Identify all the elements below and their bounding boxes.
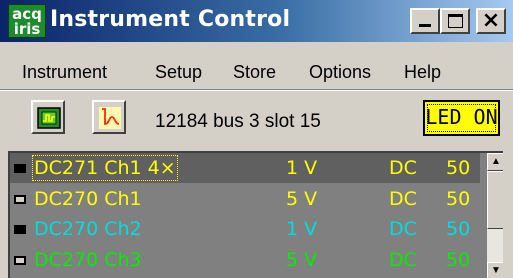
channel-impedance: 50 <box>446 157 471 179</box>
menu-bar: Instrument Setup Store Options Help <box>0 42 513 86</box>
acquire-button[interactable] <box>31 100 65 134</box>
close-button[interactable]: × <box>476 8 506 34</box>
channel-range: 5 V <box>286 187 318 210</box>
scroll-up-arrow-icon[interactable]: ▲ <box>487 153 503 171</box>
toolbar: 12184 bus 3 slot 15 LED ON <box>0 92 513 148</box>
minimize-button[interactable] <box>410 8 440 34</box>
channel-row[interactable]: DC270 Ch2 1 V DC 50 <box>10 214 480 244</box>
channel-coupling: DC <box>389 248 417 271</box>
channel-impedance: 50 <box>446 248 471 271</box>
waveform-icon <box>99 107 121 129</box>
menu-store[interactable]: Store <box>233 62 276 83</box>
close-icon: × <box>481 8 501 33</box>
acquire-icon <box>37 107 61 129</box>
channel-row[interactable]: DC270 Ch1 5 V DC 50 <box>10 184 480 214</box>
channel-name: DC271 Ch1 4× <box>32 155 178 181</box>
menu-help[interactable]: Help <box>404 62 441 83</box>
scroll-down-arrow-icon[interactable]: ▼ <box>487 262 503 278</box>
channel-list[interactable]: DC270 Ch3 5 V DC 50 DC270 Ch2 1 V DC 50 DC270 Ch… <box>8 151 503 278</box>
channel-impedance: 50 <box>446 187 471 210</box>
maximize-icon <box>448 14 463 28</box>
channel-impedance: 50 <box>446 218 471 240</box>
channel-coupling: DC <box>389 157 417 179</box>
instrument-id-label: 12184 bus 3 slot 15 <box>155 111 321 132</box>
menu-options[interactable]: Options <box>309 62 371 83</box>
channel-name: DC270 Ch2 <box>34 218 142 240</box>
window-title: Instrument Control <box>50 7 291 32</box>
channel-range: 5 V <box>286 248 318 271</box>
channel-coupling: DC <box>389 218 417 240</box>
acqiris-logo-icon: acq iris <box>8 4 46 38</box>
channel-name: DC270 Ch1 <box>34 187 142 210</box>
channel-range: 1 V <box>286 157 318 179</box>
channel-row[interactable]: DC270 Ch3 5 V DC 50 <box>10 245 480 275</box>
channel-range: 1 V <box>286 218 318 240</box>
scroll-thumb[interactable] <box>487 171 503 229</box>
channel-enable-checkbox[interactable] <box>14 255 26 265</box>
channel-coupling: DC <box>389 187 417 210</box>
menu-instrument[interactable]: Instrument <box>22 62 107 83</box>
channel-name: DC270 Ch3 <box>34 248 142 271</box>
waveform-button[interactable] <box>92 100 126 134</box>
led-toggle-button[interactable]: LED ON <box>423 100 500 136</box>
minimize-icon <box>419 24 431 27</box>
channel-enable-checkbox[interactable] <box>14 164 26 173</box>
menu-separator <box>0 89 513 91</box>
title-bar[interactable]: acq iris Instrument Control × <box>0 0 513 42</box>
maximize-button[interactable] <box>440 8 470 34</box>
menu-setup[interactable]: Setup <box>155 62 202 83</box>
channel-enable-checkbox[interactable] <box>14 194 26 204</box>
channel-row[interactable]: DC271 Ch1 4× 1 V DC 50 <box>10 153 480 183</box>
channel-enable-checkbox[interactable] <box>14 225 26 234</box>
channel-list-scrollbar[interactable]: ▲ ▼ <box>487 153 503 278</box>
instrument-control-window: acq iris Instrument Control × Instrument… <box>0 0 513 278</box>
